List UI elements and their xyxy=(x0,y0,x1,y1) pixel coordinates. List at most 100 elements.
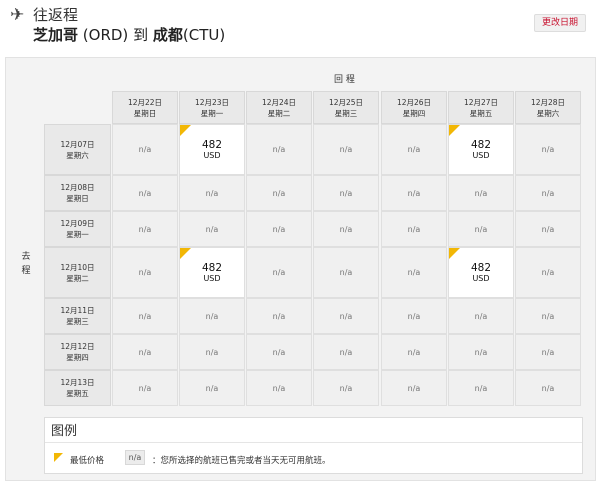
depart-date-header: 12月13日 星期五 xyxy=(44,370,111,406)
fare-cell-unavailable: n/a xyxy=(381,247,447,298)
lowest-price-flag-icon xyxy=(180,248,191,259)
fare-cell-unavailable: n/a xyxy=(246,370,312,406)
depart-label: 去 程 xyxy=(21,252,31,276)
fare-currency: USD xyxy=(472,273,490,283)
fare-cell-unavailable: n/a xyxy=(179,370,245,406)
depart-weekday: 星期日 xyxy=(66,194,89,203)
depart-weekday: 星期四 xyxy=(66,353,89,362)
depart-weekday: 星期五 xyxy=(66,389,89,398)
depart-date-header: 12月11日 星期三 xyxy=(44,298,111,334)
fare-cell-unavailable: n/a xyxy=(448,211,514,247)
return-date: 12月23日 xyxy=(194,98,230,107)
return-weekday: 星期三 xyxy=(334,109,358,118)
fare-cell-unavailable: n/a xyxy=(381,211,447,247)
fare-cell-unavailable: n/a xyxy=(515,211,581,247)
fare-cell-unavailable: n/a xyxy=(381,298,447,334)
return-date-header: 12月27日 星期五 xyxy=(448,91,514,124)
legend-title: 图例 xyxy=(51,424,78,439)
fare-cell-unavailable: n/a xyxy=(179,175,245,211)
return-weekday: 星期六 xyxy=(536,109,560,118)
fare-cell-unavailable: n/a xyxy=(515,247,581,298)
fare-cell-unavailable: n/a xyxy=(313,370,379,406)
dest-city: 成都 xyxy=(152,26,183,44)
depart-date-header: 12月09日 星期一 xyxy=(44,211,111,247)
fare-cell-unavailable: n/a xyxy=(515,175,581,211)
fare-cell-unavailable: n/a xyxy=(246,247,312,298)
depart-date-header: 12月12日 星期四 xyxy=(44,334,111,370)
fare-price: 482 xyxy=(470,261,492,274)
fare-cell-unavailable: n/a xyxy=(515,370,581,406)
plane-icon: ✈ xyxy=(10,5,25,25)
fare-cell-unavailable: n/a xyxy=(112,298,178,334)
fare-cell-unavailable: n/a xyxy=(313,124,379,175)
fare-cell-unavailable: n/a xyxy=(246,298,312,334)
return-weekday: 星期日 xyxy=(133,109,157,118)
fare-price: 482 xyxy=(201,138,223,151)
legend-lowest-label: 最低价格 xyxy=(70,456,105,466)
return-date-header: 12月25日 星期三 xyxy=(313,91,379,124)
fare-cell-unavailable: n/a xyxy=(313,175,379,211)
legend: 图例 最低价格 n/a ：您所选择的航班已售完或者当天无可用航班。 xyxy=(44,417,583,474)
fare-cell-unavailable: n/a xyxy=(112,370,178,406)
depart-date-header: 12月08日 星期日 xyxy=(44,175,111,211)
fare-cell-available[interactable]: 482 USD xyxy=(179,124,245,175)
fare-cell-unavailable: n/a xyxy=(112,211,178,247)
to-word: 到 xyxy=(133,26,149,44)
return-date: 12月25日 xyxy=(328,98,364,107)
lowest-price-flag-icon xyxy=(54,453,63,462)
fare-cell-unavailable: n/a xyxy=(246,124,312,175)
fare-cell-unavailable: n/a xyxy=(515,298,581,334)
dest-code: (CTU) xyxy=(182,26,226,44)
origin-code: (ORD) xyxy=(82,26,129,44)
depart-weekday: 星期三 xyxy=(66,317,89,326)
fare-cell-unavailable: n/a xyxy=(179,334,245,370)
return-date: 12月22日 xyxy=(127,98,163,107)
fare-cell-unavailable: n/a xyxy=(313,334,379,370)
fare-cell-unavailable: n/a xyxy=(448,370,514,406)
fare-cell-unavailable: n/a xyxy=(381,334,447,370)
return-label: 回 程 xyxy=(334,75,355,85)
fare-price: 482 xyxy=(201,261,223,274)
return-weekday: 星期五 xyxy=(469,109,493,118)
return-date-header: 12月24日 星期二 xyxy=(246,91,312,124)
return-date-header: 12月26日 星期四 xyxy=(381,91,447,124)
fare-cell-unavailable: n/a xyxy=(381,370,447,406)
header: ✈ 往返程 芝加哥 (ORD) 到 成都(CTU) 更改日期 xyxy=(0,0,600,56)
depart-date: 12月12日 xyxy=(60,342,95,351)
fare-cell-unavailable: n/a xyxy=(448,334,514,370)
fare-cell-unavailable: n/a xyxy=(448,298,514,334)
fare-cell-available[interactable]: 482 USD xyxy=(179,247,245,298)
fare-cell-unavailable: n/a xyxy=(112,334,178,370)
fare-cell-unavailable: n/a xyxy=(381,175,447,211)
legend-divider xyxy=(45,442,582,443)
fare-price: 482 xyxy=(470,138,492,151)
fare-cell-unavailable: n/a xyxy=(448,175,514,211)
origin-city: 芝加哥 xyxy=(33,26,79,44)
fare-cell-unavailable: n/a xyxy=(179,211,245,247)
fare-currency: USD xyxy=(203,273,221,283)
depart-date: 12月13日 xyxy=(60,378,95,387)
depart-date-header: 12月10日 星期二 xyxy=(44,247,111,298)
fare-cell-unavailable: n/a xyxy=(246,334,312,370)
fare-cell-unavailable: n/a xyxy=(381,124,447,175)
legend-na-description: ：您所选择的航班已售完或者当天无可用航班。 xyxy=(152,456,331,466)
change-dates-button[interactable]: 更改日期 xyxy=(534,14,586,32)
depart-weekday: 星期一 xyxy=(66,230,89,239)
return-date: 12月26日 xyxy=(396,98,432,107)
fare-cell-unavailable: n/a xyxy=(515,124,581,175)
fare-cell-available[interactable]: 482 USD xyxy=(448,124,514,175)
fare-cell-available[interactable]: 482 USD xyxy=(448,247,514,298)
fare-cell-unavailable: n/a xyxy=(313,298,379,334)
return-date-header: 12月23日 星期一 xyxy=(179,91,245,124)
depart-weekday: 星期二 xyxy=(66,273,89,283)
fare-cell-unavailable: n/a xyxy=(246,211,312,247)
return-date: 12月24日 xyxy=(261,98,297,107)
lowest-price-flag-icon xyxy=(449,248,460,259)
fare-cell-unavailable: n/a xyxy=(246,175,312,211)
fare-cell-unavailable: n/a xyxy=(179,298,245,334)
depart-date: 12月10日 xyxy=(60,262,95,272)
lowest-price-flag-icon xyxy=(449,125,460,136)
fare-cell-unavailable: n/a xyxy=(313,247,379,298)
return-date: 12月27日 xyxy=(463,98,499,107)
fare-currency: USD xyxy=(203,150,221,160)
